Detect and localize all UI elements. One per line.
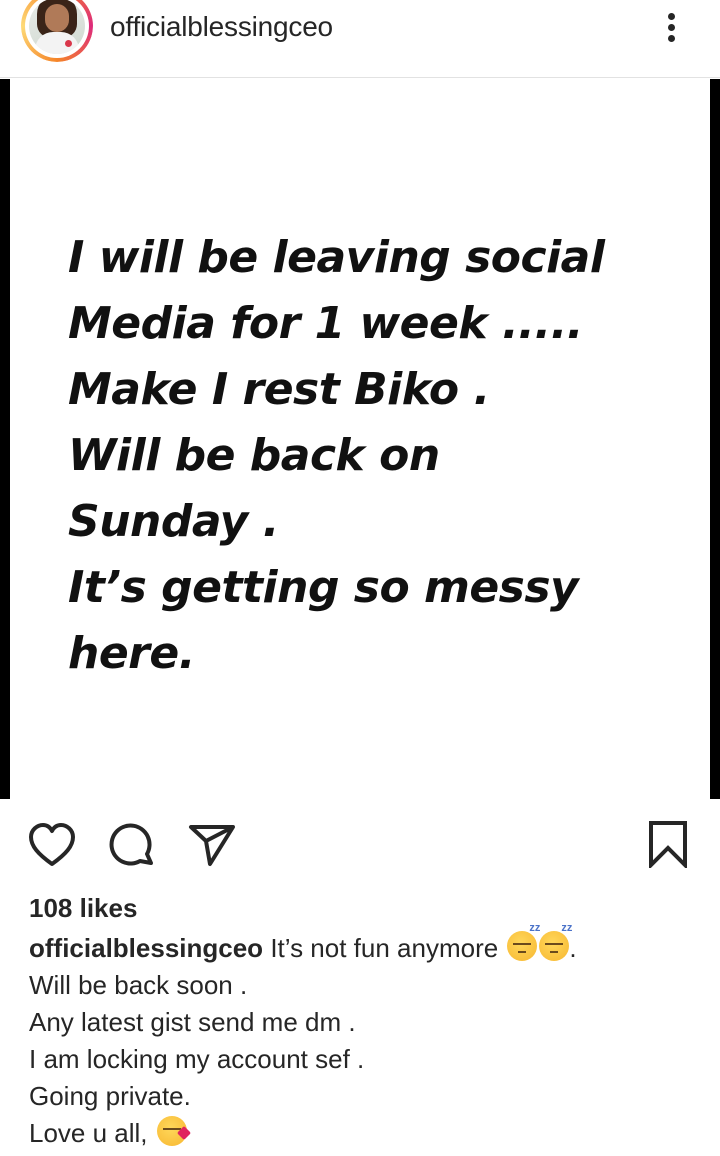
post-image[interactable]: I will be leaving social Media for 1 wee… [0,79,720,799]
post-text-line: Will be back on [68,430,440,481]
caption-text: . [569,933,577,963]
post-text-line: here. [68,628,195,679]
caption-line: Going private. [29,1081,191,1111]
paper-plane-icon[interactable] [188,822,236,870]
bookmark-icon[interactable] [646,820,690,868]
face-blowing-kiss-emoji-icon [156,1116,191,1146]
sleeping-face-emoji-icon: zz [507,923,540,961]
more-vertical-icon[interactable] [660,6,684,46]
avatar[interactable] [21,0,93,62]
caption-line: Will be back soon . [29,970,248,1000]
profile-photo [29,0,85,54]
caption-line: Any latest gist send me dm . [29,1007,356,1037]
caption-last-line: Love u all, [29,1115,709,1152]
caption-username[interactable]: officialblessingceo [29,933,263,963]
post-text-line: It’s getting so messy [68,562,579,613]
post-text-line: Sunday . [68,496,279,547]
post-caption: officialblessingceo It’s not fun anymore… [29,923,709,1152]
post-image-text: I will be leaving social Media for 1 wee… [68,225,688,687]
likes-count[interactable]: 108 likes [29,893,137,923]
post-text-line: I will be leaving social [68,232,605,283]
post-text-line: Make I rest Biko . [68,364,490,415]
caption-line: I am locking my account sef . [29,1044,365,1074]
sleeping-face-emoji-icon: zz [539,923,572,961]
caption-first-line: officialblessingceo It’s not fun anymore… [29,923,709,967]
post-username[interactable]: officialblessingceo [110,10,333,44]
post-image-canvas: I will be leaving social Media for 1 wee… [10,79,710,799]
post-header: officialblessingceo [0,0,720,78]
caption-text: It’s not fun anymore [270,933,499,963]
post-text-line: Media for 1 week ..... [68,298,584,349]
caption-line: Love u all, [29,1118,148,1148]
heart-outline-icon[interactable] [28,822,76,870]
comment-bubble-icon[interactable] [108,822,156,870]
